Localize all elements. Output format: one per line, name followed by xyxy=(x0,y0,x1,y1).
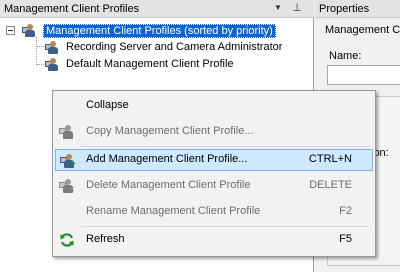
profiles-folder-icon xyxy=(22,24,38,38)
pane-title: Management Client Profiles xyxy=(4,3,140,15)
menu-item-label: Refresh xyxy=(86,233,125,245)
menu-item-shortcut: DELETE xyxy=(309,179,352,191)
delete-profile-icon: × xyxy=(59,178,75,194)
name-label: Name: xyxy=(329,50,362,62)
context-menu: Collapse Copy Management Client Profile.… xyxy=(52,90,376,257)
menu-item-label: Rename Management Client Profile xyxy=(86,205,261,217)
menu-item-label: Delete Management Client Profile xyxy=(86,179,251,191)
refresh-icon xyxy=(59,232,75,248)
menu-item-rename-profile[interactable]: Rename Management Client Profile F2 xyxy=(55,201,373,223)
menu-item-shortcut: F2 xyxy=(339,205,352,217)
tree-connector xyxy=(36,37,37,65)
menu-separator xyxy=(81,226,369,227)
menu-item-label: Collapse xyxy=(86,99,129,111)
pin-icon[interactable]: ⊥ xyxy=(291,1,303,15)
properties-subheader: Management C xyxy=(325,24,400,36)
pane-dropdown-icon[interactable]: ▼ xyxy=(273,2,283,14)
copy-profile-icon xyxy=(59,124,75,140)
profile-icon xyxy=(45,58,61,72)
menu-item-label: Add Management Client Profile... xyxy=(86,153,248,165)
menu-item-collapse[interactable]: Collapse xyxy=(55,95,373,117)
menu-item-shortcut: CTRL+N xyxy=(308,153,352,165)
menu-item-delete-profile[interactable]: × Delete Management Client Profile DELET… xyxy=(55,175,373,197)
add-profile-icon: + xyxy=(60,153,76,170)
tree-node-recording-server-admin[interactable]: Recording Server and Camera Administrato… xyxy=(66,41,282,53)
name-field[interactable] xyxy=(327,65,400,85)
menu-item-shortcut: F5 xyxy=(339,233,352,245)
tree-node-default-profile[interactable]: Default Management Client Profile xyxy=(66,58,234,70)
properties-title: Properties xyxy=(319,3,370,15)
menu-item-add-profile[interactable]: + Add Management Client Profile... CTRL+… xyxy=(55,149,373,171)
tree-connector xyxy=(36,46,44,47)
profile-icon xyxy=(45,41,61,55)
menu-item-copy-profile[interactable]: Copy Management Client Profile... xyxy=(55,121,373,143)
pane-header: Management Client Profiles ▼ ⊥ xyxy=(0,0,314,18)
tree-collapse-toggle[interactable] xyxy=(6,26,15,35)
menu-item-refresh[interactable]: Refresh F5 xyxy=(55,229,373,251)
tree-connector xyxy=(36,64,44,65)
menu-separator xyxy=(81,146,369,147)
tree-root-node[interactable]: Management Client Profiles (sorted by pr… xyxy=(43,24,276,38)
menu-item-label: Copy Management Client Profile... xyxy=(86,125,254,137)
properties-header: Properties xyxy=(315,0,400,18)
